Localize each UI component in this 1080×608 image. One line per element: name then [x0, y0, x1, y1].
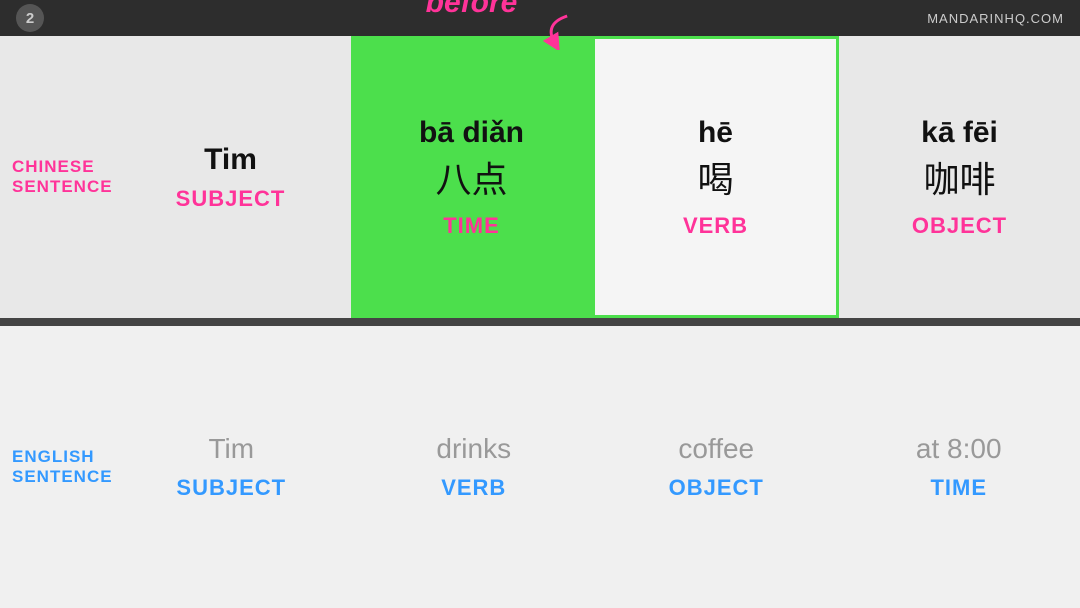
chinese-section: CHINESE SENTENCE Tim SUBJECT before [0, 36, 1080, 318]
chinese-time-cell: before bā diǎn 八点 [351, 36, 592, 318]
chinese-time-role: TIME [443, 213, 500, 239]
chinese-verb-char: 喝 [697, 151, 733, 203]
chinese-cells: Tim SUBJECT before [110, 36, 1080, 318]
brand-label: MANDARINHQ.COM [927, 11, 1064, 26]
chinese-subject-main: Tim [204, 143, 257, 176]
english-object-cell: coffee OBJECT [595, 326, 838, 608]
chinese-object-role: OBJECT [912, 213, 1007, 239]
english-time-role: TIME [930, 475, 987, 501]
english-section-label: ENGLISH SENTENCE [0, 326, 110, 608]
english-label-line2: SENTENCE [12, 467, 98, 487]
english-subject-role: SUBJECT [176, 475, 286, 501]
step-number: 2 [16, 4, 44, 32]
english-verb-text: drinks [436, 433, 511, 465]
english-time-text: at 8:00 [916, 433, 1002, 465]
chinese-verb-cell: hē 喝 VERB [592, 36, 839, 318]
main-content: CHINESE SENTENCE Tim SUBJECT before [0, 36, 1080, 608]
chinese-verb-role: VERB [683, 213, 748, 239]
top-bar: 2 MANDARINHQ.COM [0, 0, 1080, 36]
english-label-line1: ENGLISH [12, 447, 98, 467]
english-verb-role: VERB [441, 475, 506, 501]
section-divider [0, 318, 1080, 326]
chinese-subject-role: SUBJECT [176, 186, 286, 212]
chinese-verb-main: hē [698, 116, 733, 149]
chinese-label-line2: SENTENCE [12, 177, 98, 197]
chinese-section-label: CHINESE SENTENCE [0, 36, 110, 318]
chinese-time-char: 八点 [435, 151, 507, 203]
english-time-cell: at 8:00 TIME [838, 326, 1080, 608]
chinese-object-cell: kā fēi 咖啡 OBJECT [839, 36, 1080, 318]
english-subject-text: Tim [208, 433, 254, 465]
chinese-object-main: kā fēi [921, 116, 998, 149]
chinese-object-char: 咖啡 [923, 151, 995, 203]
english-verb-cell: drinks VERB [353, 326, 596, 608]
chinese-time-main: bā diǎn [419, 116, 524, 149]
english-section: ENGLISH SENTENCE Tim SUBJECT drinks VERB… [0, 326, 1080, 608]
chinese-label-line1: CHINESE [12, 157, 98, 177]
english-cells: Tim SUBJECT drinks VERB coffee OBJECT at… [110, 326, 1080, 608]
english-subject-cell: Tim SUBJECT [110, 326, 353, 608]
english-object-text: coffee [678, 433, 754, 465]
chinese-subject-cell: Tim SUBJECT [110, 36, 351, 318]
english-object-role: OBJECT [669, 475, 764, 501]
